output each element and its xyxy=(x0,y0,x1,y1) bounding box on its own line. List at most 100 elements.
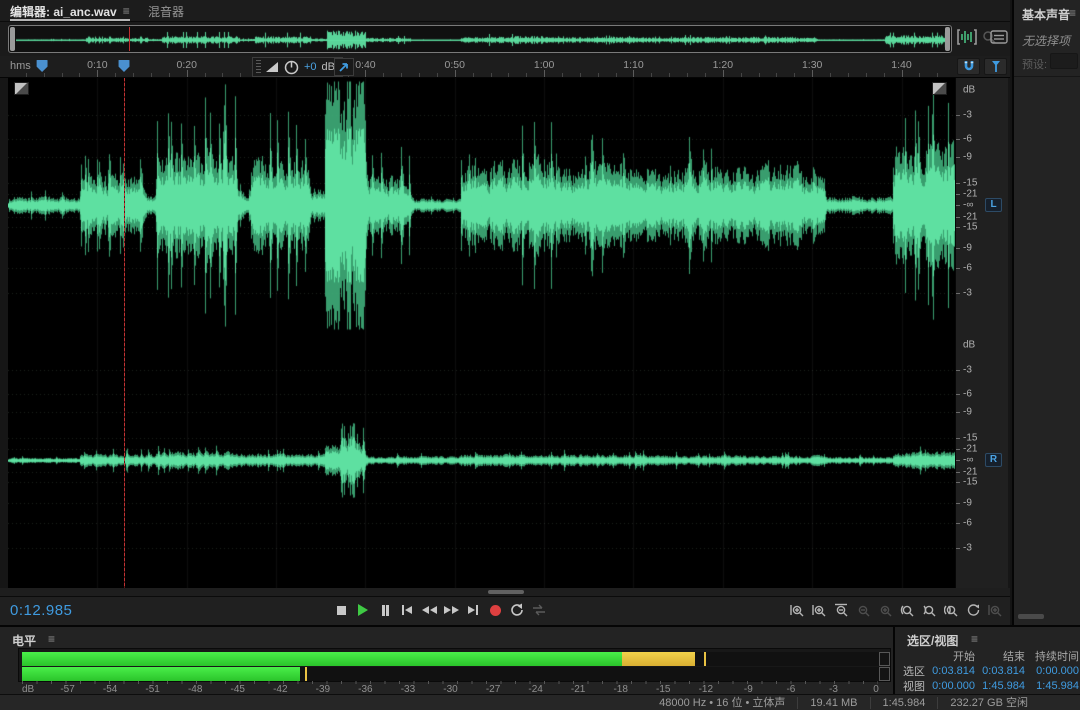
skip-to-end-button[interactable] xyxy=(464,600,482,620)
db-scale-label: -3 xyxy=(963,287,972,298)
zoom-in-at-in-point-button[interactable] xyxy=(898,600,917,620)
pin-arrow-icon xyxy=(338,61,350,73)
db-scale-label: -3 xyxy=(963,542,972,553)
gain-hud[interactable]: +0 dB xyxy=(252,57,343,77)
zoom-out-full-button[interactable] xyxy=(832,600,851,620)
horizontal-scrollbar[interactable] xyxy=(0,588,1010,596)
ruler-minor-tick xyxy=(794,73,795,77)
meter-green-segment xyxy=(22,667,300,681)
zoom-to-selection-lr-button[interactable] xyxy=(942,600,961,620)
zoom-out-full-waveform-icon[interactable] xyxy=(956,28,978,46)
ruler-minor-tick xyxy=(580,73,581,77)
record-icon xyxy=(490,605,501,616)
hud-pin-button[interactable] xyxy=(334,58,354,76)
rewind-button[interactable] xyxy=(420,600,438,620)
preset-dropdown[interactable] xyxy=(1050,53,1078,69)
channel-badge-r[interactable]: R xyxy=(985,453,1002,467)
ruler-minor-tick xyxy=(115,73,116,77)
playhead-time-display[interactable]: 0:12.985 xyxy=(10,602,72,619)
levels-panel-menu-icon[interactable]: ≡ xyxy=(48,632,55,646)
add-marker-button[interactable] xyxy=(984,58,1007,75)
db-scale-label: -6 xyxy=(963,389,972,400)
ruler-minor-tick xyxy=(866,73,867,77)
db-scale-label: -∞ xyxy=(963,199,973,210)
selection-duration-value[interactable]: 0:00.000 xyxy=(1025,665,1079,677)
zoom-in-at-out-point-button[interactable] xyxy=(920,600,939,620)
reset-zoom-button[interactable] xyxy=(964,600,983,620)
panel-menu-icon[interactable]: ≡ xyxy=(123,4,130,18)
snap-toggle-button[interactable] xyxy=(957,58,980,75)
play-button[interactable] xyxy=(354,600,372,620)
essential-sound-title: 基本声音 xyxy=(1022,6,1070,23)
ruler-minor-tick xyxy=(44,73,45,77)
ruler-minor-tick xyxy=(62,73,63,77)
record-button[interactable] xyxy=(486,600,504,620)
ruler-minor-tick xyxy=(222,73,223,77)
horizontal-scrollbar-thumb[interactable] xyxy=(488,590,524,594)
selection-start-value[interactable]: 0:03.814 xyxy=(925,665,975,677)
db-scale-label: -15 xyxy=(963,476,977,487)
essential-sound-menu-icon[interactable]: ≡ xyxy=(1069,6,1076,20)
waveform-display[interactable] xyxy=(8,78,955,588)
navigator-left-handle[interactable] xyxy=(10,27,15,51)
selection-view-menu-icon[interactable]: ≡ xyxy=(971,632,978,646)
channel-badge-l[interactable]: L xyxy=(985,198,1002,212)
ruler-minor-tick xyxy=(741,73,742,77)
loop-playback-button[interactable] xyxy=(508,600,526,620)
timeline-ruler[interactable]: hms 0:100:200:300:400:501:001:101:201:30… xyxy=(0,56,1010,78)
transport-bar: 0:12.985 xyxy=(0,596,1010,625)
essential-sound-panel: 基本声音 ≡ 无选择项 预设: xyxy=(1012,0,1080,625)
view-end-value[interactable]: 1:45.984 xyxy=(975,680,1025,692)
essential-sound-scrollbar[interactable] xyxy=(1018,614,1044,619)
stop-button[interactable] xyxy=(332,600,350,620)
db-scale-unit: dB xyxy=(963,84,975,95)
fast-forward-button[interactable] xyxy=(442,600,460,620)
zoom-history-button[interactable] xyxy=(986,600,1005,620)
ruler-major-tick xyxy=(723,70,724,77)
playhead-line[interactable] xyxy=(124,78,125,588)
hud-grip-handle[interactable] xyxy=(256,60,261,74)
ruler-minor-tick xyxy=(508,73,509,77)
clip-indicator[interactable] xyxy=(879,667,890,681)
ruler-minor-tick xyxy=(759,73,760,77)
gain-value[interactable]: +0 xyxy=(304,61,317,73)
skip-to-start-button[interactable] xyxy=(398,600,416,620)
zoom-amplitude-icon xyxy=(878,603,893,618)
pause-button[interactable] xyxy=(376,600,394,620)
zoom-in-time-button[interactable] xyxy=(788,600,807,620)
db-scale-label: -15 xyxy=(963,178,977,189)
zoom-amplitude-button[interactable] xyxy=(876,600,895,620)
db-scale-tick xyxy=(956,157,960,158)
canvas-corner-zoom-icon-left[interactable] xyxy=(14,82,29,95)
db-scale-label: -15 xyxy=(963,433,977,444)
ruler-minor-tick xyxy=(884,73,885,77)
view-start-value[interactable]: 0:00.000 xyxy=(925,680,975,692)
status-audio-format: 48000 Hz • 16 位 • 立体声 xyxy=(647,697,797,709)
skip-selection-button[interactable] xyxy=(530,600,548,620)
zoom-out-time-button[interactable] xyxy=(810,600,829,620)
selection-marker-handle[interactable] xyxy=(36,60,49,72)
ruler-tick-label: 0:40 xyxy=(355,59,375,71)
navigator-range-frame[interactable] xyxy=(8,25,952,53)
gain-knob-icon[interactable] xyxy=(284,60,299,75)
canvas-corner-zoom-icon-right[interactable] xyxy=(932,82,947,95)
db-scale-tick xyxy=(956,183,960,184)
amplitude-scale-column[interactable]: dB-3-6-9-15-21-∞-21-15-9-6-3LdB-3-6-9-15… xyxy=(955,78,1008,588)
navigator-right-handle[interactable] xyxy=(945,27,950,51)
selection-view-title: 选区/视图 xyxy=(907,632,958,649)
ruler-minor-tick xyxy=(919,73,920,77)
view-row: 视图 0:00.000 1:45.984 1:45.984 xyxy=(897,678,1079,693)
level-meters xyxy=(18,648,891,682)
tab-mixer[interactable]: 混音器 xyxy=(148,0,184,22)
navigator-menu-icon[interactable] xyxy=(988,28,1010,46)
waveform-editor-canvas[interactable]: dB-3-6-9-15-21-∞-21-15-9-6-3LdB-3-6-9-15… xyxy=(0,78,1010,588)
playhead-marker-handle[interactable] xyxy=(118,60,131,72)
view-duration-value[interactable]: 1:45.984 xyxy=(1025,680,1079,692)
selection-end-value[interactable]: 0:03.814 xyxy=(975,665,1025,677)
status-free-space: 232.27 GB 空闲 xyxy=(937,697,1040,709)
clip-indicator[interactable] xyxy=(879,652,890,666)
panel-tab-bar: 编辑器: ai_anc.wav ≡ 混音器 xyxy=(0,0,1010,22)
zoom-to-selection-button[interactable] xyxy=(854,600,873,620)
tab-editor[interactable]: 编辑器: ai_anc.wav ≡ xyxy=(10,0,130,22)
ruler-minor-tick xyxy=(705,73,706,77)
